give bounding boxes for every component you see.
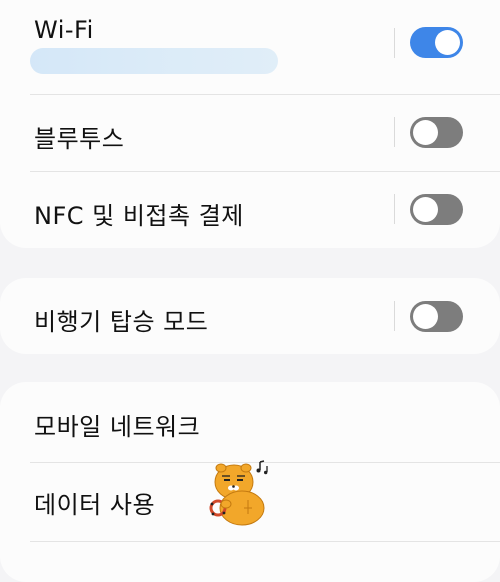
toggle-knob — [413, 304, 438, 329]
nfc-label: NFC 및 비접촉 결제 — [34, 202, 244, 230]
divider-vertical — [394, 28, 395, 58]
wifi-label: Wi-Fi — [34, 16, 94, 44]
lion-sticker-icon — [209, 460, 268, 526]
mobile-network-label: 모바일 네트워크 — [34, 413, 201, 441]
mobile-network-row[interactable]: 모바일 네트워크 — [0, 382, 500, 462]
divider-vertical — [394, 301, 395, 331]
wifi-toggle[interactable] — [410, 27, 463, 58]
divider — [30, 541, 500, 542]
airplane-toggle[interactable] — [410, 301, 463, 332]
airplane-label: 비행기 탑승 모드 — [34, 308, 209, 336]
data-usage-label: 데이터 사용 — [34, 491, 156, 519]
bluetooth-row[interactable]: 블루투스 — [0, 95, 500, 171]
wifi-network-name-blurred — [30, 48, 278, 74]
bluetooth-toggle[interactable] — [410, 117, 463, 148]
nfc-toggle[interactable] — [410, 194, 463, 225]
bluetooth-label: 블루투스 — [34, 125, 125, 153]
toggle-knob — [413, 197, 438, 222]
toggle-knob — [413, 120, 438, 145]
toggle-knob — [435, 30, 460, 55]
airplane-row[interactable]: 비행기 탑승 모드 — [0, 278, 500, 354]
divider-vertical — [394, 194, 395, 224]
divider-vertical — [394, 117, 395, 147]
nfc-row[interactable]: NFC 및 비접촉 결제 — [0, 172, 500, 248]
wifi-row[interactable]: Wi-Fi — [0, 0, 500, 94]
